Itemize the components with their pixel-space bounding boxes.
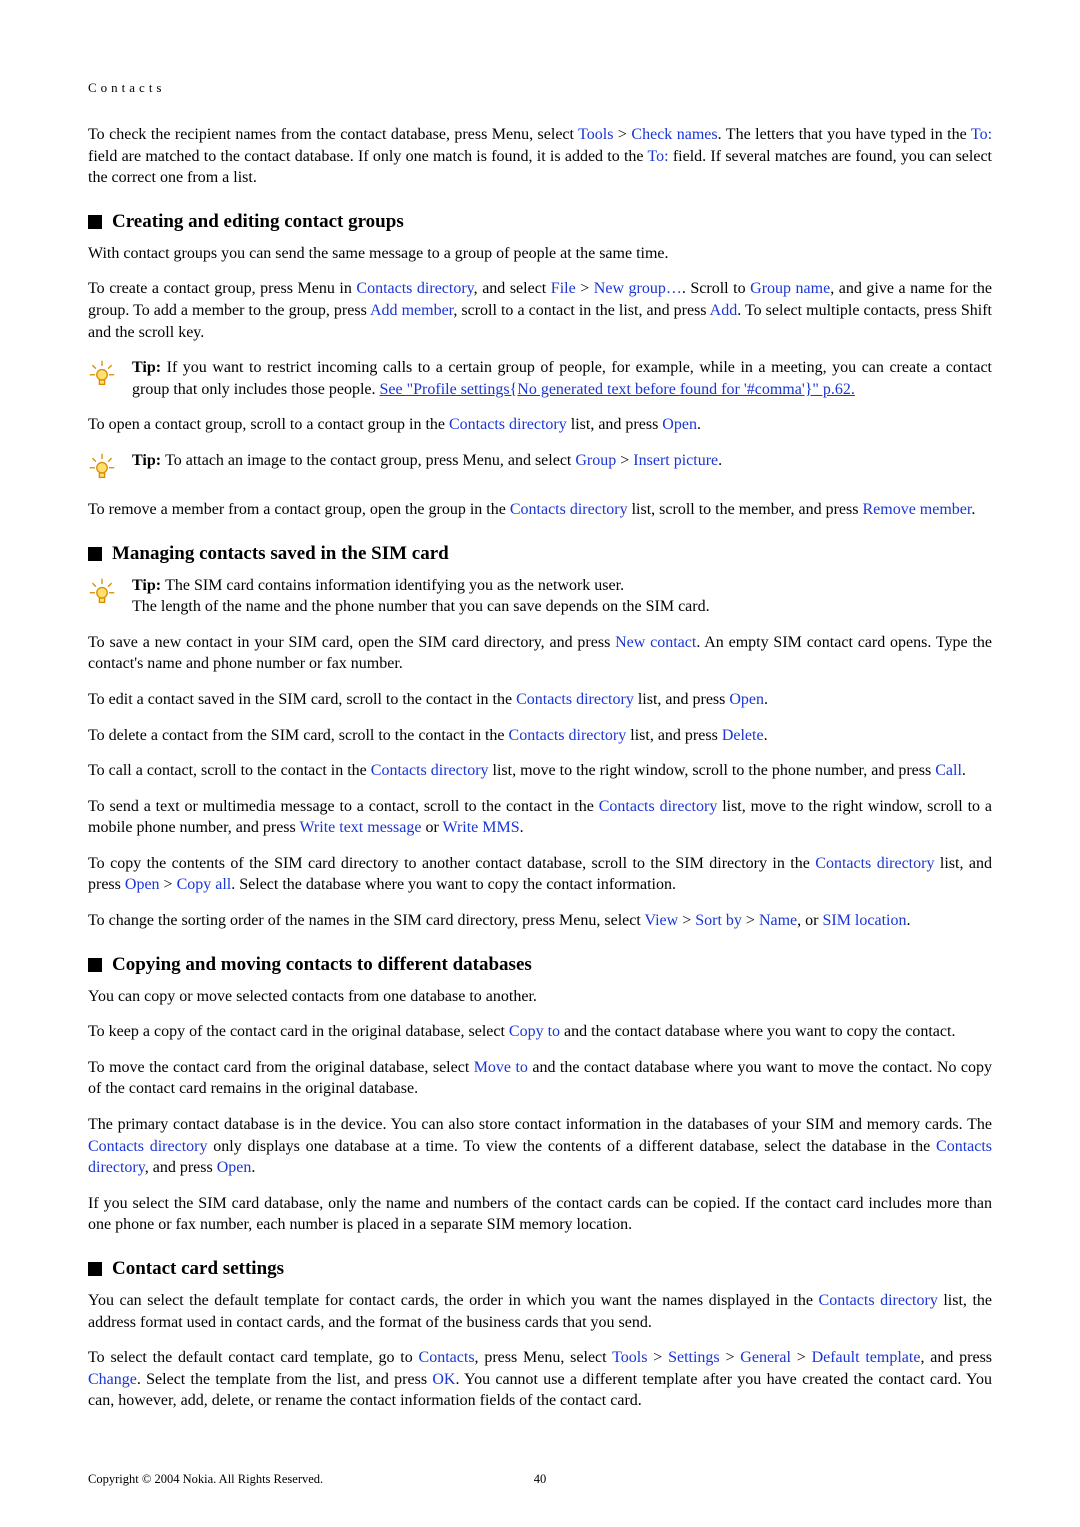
section-heading: Managing contacts saved in the SIM card <box>88 543 992 565</box>
link-group-name[interactable]: Group name <box>750 280 830 297</box>
link-contacts[interactable]: Contacts <box>419 1349 475 1366</box>
body-text: To call a contact, scroll to the contact… <box>88 760 992 782</box>
link-group[interactable]: Group <box>575 452 616 469</box>
body-text: You can select the default template for … <box>88 1290 992 1333</box>
link-name[interactable]: Name <box>759 912 797 929</box>
lightbulb-icon <box>88 575 132 610</box>
link-settings[interactable]: Settings <box>668 1349 720 1366</box>
body-text: To move the contact card from the origin… <box>88 1057 992 1100</box>
link-file[interactable]: File <box>551 280 576 297</box>
section-heading: Copying and moving contacts to different… <box>88 954 992 976</box>
link-open[interactable]: Open <box>662 416 697 433</box>
link-default-template[interactable]: Default template <box>812 1349 921 1366</box>
tip-block: Tip: The SIM card contains information i… <box>88 575 992 618</box>
link-open[interactable]: Open <box>217 1159 252 1176</box>
link-write-mms[interactable]: Write MMS <box>443 819 520 836</box>
link-open[interactable]: Open <box>125 876 160 893</box>
body-text: To send a text or multimedia message to … <box>88 796 992 839</box>
tip-block: Tip: If you want to restrict incoming ca… <box>88 357 992 400</box>
body-text: To change the sorting order of the names… <box>88 910 992 932</box>
body-text: To open a contact group, scroll to a con… <box>88 414 992 436</box>
link-copy-all[interactable]: Copy all <box>177 876 232 893</box>
link-add[interactable]: Add <box>710 302 738 319</box>
body-text: If you select the SIM card database, onl… <box>88 1193 992 1236</box>
bullet-icon <box>88 1262 102 1276</box>
page-number: 40 <box>534 1472 547 1487</box>
bullet-icon <box>88 958 102 972</box>
link-contacts-directory[interactable]: Contacts directory <box>371 762 489 779</box>
section-heading: Contact card settings <box>88 1258 992 1280</box>
body-text: The primary contact database is in the d… <box>88 1114 992 1179</box>
link-write-text-message[interactable]: Write text message <box>299 819 421 836</box>
lightbulb-icon <box>88 450 132 485</box>
link-sort-by[interactable]: Sort by <box>695 912 742 929</box>
link-contacts-directory[interactable]: Contacts directory <box>509 727 627 744</box>
link-contacts-directory[interactable]: Contacts directory <box>815 855 934 872</box>
body-text: With contact groups you can send the sam… <box>88 243 992 265</box>
body-text: To delete a contact from the SIM card, s… <box>88 725 992 747</box>
link-contacts-directory[interactable]: Contacts directory <box>88 1138 208 1155</box>
link-check-names[interactable]: Check names <box>631 126 717 143</box>
link-change[interactable]: Change <box>88 1371 137 1388</box>
link-sim-location[interactable]: SIM location <box>822 912 906 929</box>
tip-label: Tip: <box>132 452 165 469</box>
page-content: Contacts To check the recipient names fr… <box>0 0 1080 1466</box>
body-text: To select the default contact card templ… <box>88 1347 992 1412</box>
link-move-to[interactable]: Move to <box>474 1059 528 1076</box>
link-contacts-directory[interactable]: Contacts directory <box>510 501 628 518</box>
link-open[interactable]: Open <box>729 691 764 708</box>
bullet-icon <box>88 547 102 561</box>
tip-block: Tip: To attach an image to the contact g… <box>88 450 992 485</box>
body-text: To remove a member from a contact group,… <box>88 499 992 521</box>
link-new-contact[interactable]: New contact <box>615 634 696 651</box>
link-view[interactable]: View <box>645 912 679 929</box>
link-to-field[interactable]: To: <box>971 126 992 143</box>
link-call[interactable]: Call <box>935 762 962 779</box>
link-tools[interactable]: Tools <box>578 126 613 143</box>
link-to-field2[interactable]: To: <box>648 148 669 165</box>
body-text: To keep a copy of the contact card in th… <box>88 1021 992 1043</box>
intro-paragraph: To check the recipient names from the co… <box>88 124 992 189</box>
footer: Copyright © 2004 Nokia. All Rights Reser… <box>88 1472 992 1487</box>
body-text: To edit a contact saved in the SIM card,… <box>88 689 992 711</box>
tip-label: Tip: <box>132 359 167 376</box>
link-copy-to[interactable]: Copy to <box>509 1023 560 1040</box>
link-contacts-directory[interactable]: Contacts directory <box>356 280 473 297</box>
tip-label: Tip: <box>132 577 165 594</box>
bullet-icon <box>88 215 102 229</box>
body-text: To create a contact group, press Menu in… <box>88 278 992 343</box>
link-delete[interactable]: Delete <box>722 727 764 744</box>
link-add-member[interactable]: Add member <box>370 302 453 319</box>
link-ok[interactable]: OK <box>432 1371 455 1388</box>
link-remove-member[interactable]: Remove member <box>862 501 971 518</box>
link-general[interactable]: General <box>740 1349 791 1366</box>
lightbulb-icon <box>88 357 132 392</box>
copyright-text: Copyright © 2004 Nokia. All Rights Reser… <box>88 1472 323 1487</box>
link-contacts-directory[interactable]: Contacts directory <box>516 691 634 708</box>
body-text: You can copy or move selected contacts f… <box>88 986 992 1008</box>
link-profile-settings[interactable]: See "Profile settings{No generated text … <box>380 381 855 398</box>
link-insert-picture[interactable]: Insert picture <box>633 452 718 469</box>
header-label: Contacts <box>88 80 992 96</box>
link-contacts-directory[interactable]: Contacts directory <box>819 1292 938 1309</box>
link-tools[interactable]: Tools <box>612 1349 647 1366</box>
body-text: To copy the contents of the SIM card dir… <box>88 853 992 896</box>
link-contacts-directory[interactable]: Contacts directory <box>599 798 718 815</box>
body-text: To save a new contact in your SIM card, … <box>88 632 992 675</box>
section-heading: Creating and editing contact groups <box>88 211 992 233</box>
link-new-group[interactable]: New group… <box>594 280 682 297</box>
link-contacts-directory[interactable]: Contacts directory <box>449 416 567 433</box>
